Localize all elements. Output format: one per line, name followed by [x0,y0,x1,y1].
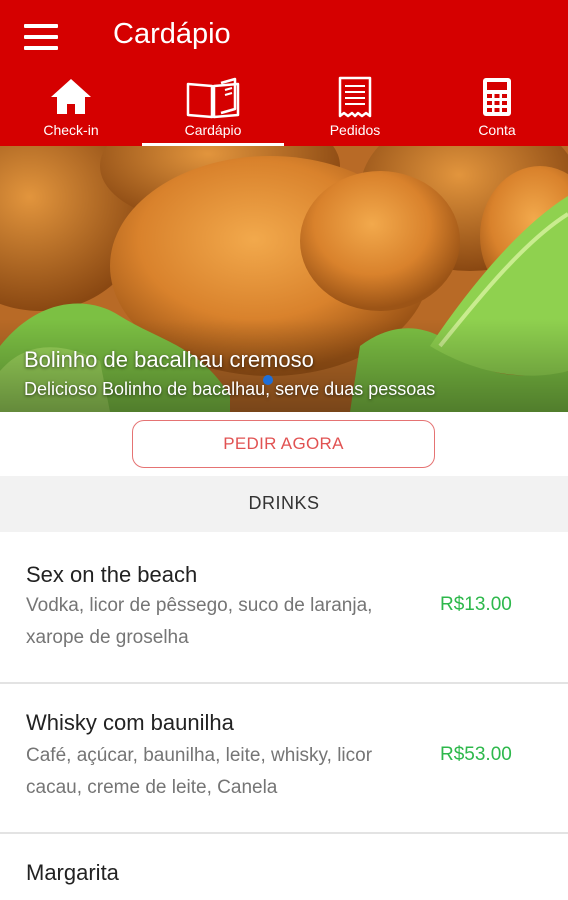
tab-label: Cardápio [184,122,242,138]
item-description: Vodka, licor de pêssego, suco de laranja… [26,595,373,648]
tab-conta[interactable]: Conta [426,72,568,146]
tab-label: Conta [478,122,516,138]
tab-label: Check-in [43,122,99,138]
tab-pedidos[interactable]: Pedidos [284,72,426,146]
open-book-icon [186,77,240,119]
item-name: Sex on the beach [26,562,198,587]
app-bar: Cardápio Check-in Cardápio Pedidos Conta [0,0,568,146]
home-icon [51,79,91,114]
tab-cardapio[interactable]: Cardápio [142,72,284,146]
hamburger-menu-icon[interactable] [24,24,58,50]
order-now-button[interactable]: PEDIR AGORA [132,420,435,468]
featured-title: Bolinho de bacalhau cremoso [24,347,314,372]
item-description: Café, açúcar, baunilha, leite, whisky, l… [26,745,373,798]
item-price: R$53.00 [440,744,512,765]
order-section: PEDIR AGORA [0,412,568,476]
list-item[interactable]: Margarita [0,834,568,900]
page-title: Cardápio [113,18,231,50]
calculator-icon [483,78,511,116]
tab-check-in[interactable]: Check-in [0,72,142,146]
list-item[interactable]: Sex on the beach Vodka, licor de pêssego… [0,532,568,682]
category-header: DRINKS [0,476,568,532]
item-price: R$13.00 [440,594,512,615]
item-name: Margarita [26,860,119,885]
featured-subtitle: Delicioso Bolinho de bacalhau, serve dua… [24,379,436,399]
list-item[interactable]: Whisky com baunilha Café, açúcar, baunil… [0,684,568,832]
tab-bar: Check-in Cardápio Pedidos Conta [0,72,568,146]
receipt-icon [338,76,372,118]
tab-label: Pedidos [329,122,381,138]
carousel-indicator[interactable] [263,375,273,385]
item-name: Whisky com baunilha [26,710,234,735]
